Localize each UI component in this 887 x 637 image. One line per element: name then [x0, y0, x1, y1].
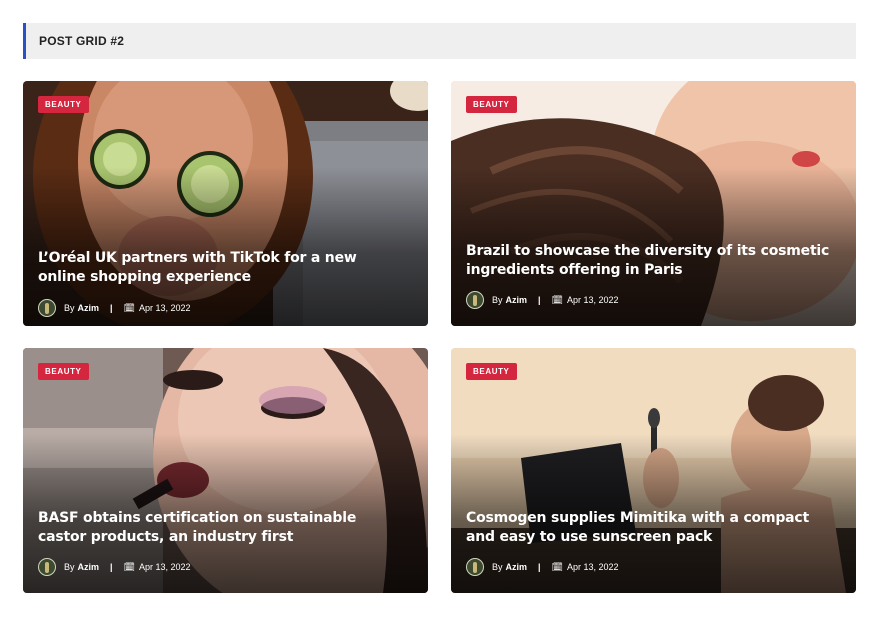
image-overlay	[451, 81, 856, 326]
post-date[interactable]: Apr 13, 2022	[567, 562, 619, 572]
author-name[interactable]: Azim	[78, 562, 100, 572]
avatar[interactable]	[38, 299, 56, 317]
category-badge[interactable]: BEAUTY	[38, 96, 89, 113]
calendar-icon: 🗓︎	[123, 302, 135, 313]
post-meta: By Azim | 🗓︎ Apr 13, 2022	[466, 291, 619, 309]
author-prefix: By	[64, 303, 75, 313]
post-meta: By Azim | 🗓︎ Apr 13, 2022	[466, 558, 619, 576]
post-title[interactable]: Cosmogen supplies Mimitika with a compac…	[466, 509, 834, 547]
author-name[interactable]: Azim	[506, 562, 528, 572]
post-title[interactable]: Brazil to showcase the diversity of its …	[466, 242, 834, 280]
meta-separator: |	[538, 295, 541, 305]
post-meta: By Azim | 🗓︎ Apr 13, 2022	[38, 299, 191, 317]
avatar[interactable]	[466, 291, 484, 309]
image-overlay	[23, 81, 428, 326]
author-name[interactable]: Azim	[506, 295, 528, 305]
image-overlay	[451, 348, 856, 593]
author-prefix: By	[492, 562, 503, 572]
avatar[interactable]	[466, 558, 484, 576]
author-prefix: By	[492, 295, 503, 305]
calendar-icon: 🗓︎	[123, 561, 135, 572]
category-badge[interactable]: BEAUTY	[466, 96, 517, 113]
post-title[interactable]: BASF obtains certification on sustainabl…	[38, 509, 406, 547]
section-header: POST GRID #2	[23, 23, 856, 59]
post-card-3[interactable]: BEAUTY BASF obtains certification on sus…	[23, 348, 428, 593]
post-date[interactable]: Apr 13, 2022	[567, 295, 619, 305]
avatar[interactable]	[38, 558, 56, 576]
category-badge[interactable]: BEAUTY	[38, 363, 89, 380]
meta-separator: |	[110, 303, 113, 313]
category-badge[interactable]: BEAUTY	[466, 363, 517, 380]
post-card-2[interactable]: BEAUTY Brazil to showcase the diversity …	[451, 81, 856, 326]
section-title: POST GRID #2	[39, 34, 125, 48]
author-name[interactable]: Azim	[78, 303, 100, 313]
post-date[interactable]: Apr 13, 2022	[139, 303, 191, 313]
meta-separator: |	[110, 562, 113, 572]
calendar-icon: 🗓︎	[551, 294, 563, 305]
meta-separator: |	[538, 562, 541, 572]
calendar-icon: 🗓︎	[551, 561, 563, 572]
author-prefix: By	[64, 562, 75, 572]
post-meta: By Azim | 🗓︎ Apr 13, 2022	[38, 558, 191, 576]
post-title[interactable]: L’Oréal UK partners with TikTok for a ne…	[38, 249, 406, 287]
post-date[interactable]: Apr 13, 2022	[139, 562, 191, 572]
post-card-1[interactable]: BEAUTY L’Oréal UK partners with TikTok f…	[23, 81, 428, 326]
post-card-4[interactable]: BEAUTY Cosmogen supplies Mimitika with a…	[451, 348, 856, 593]
image-overlay	[23, 348, 428, 593]
